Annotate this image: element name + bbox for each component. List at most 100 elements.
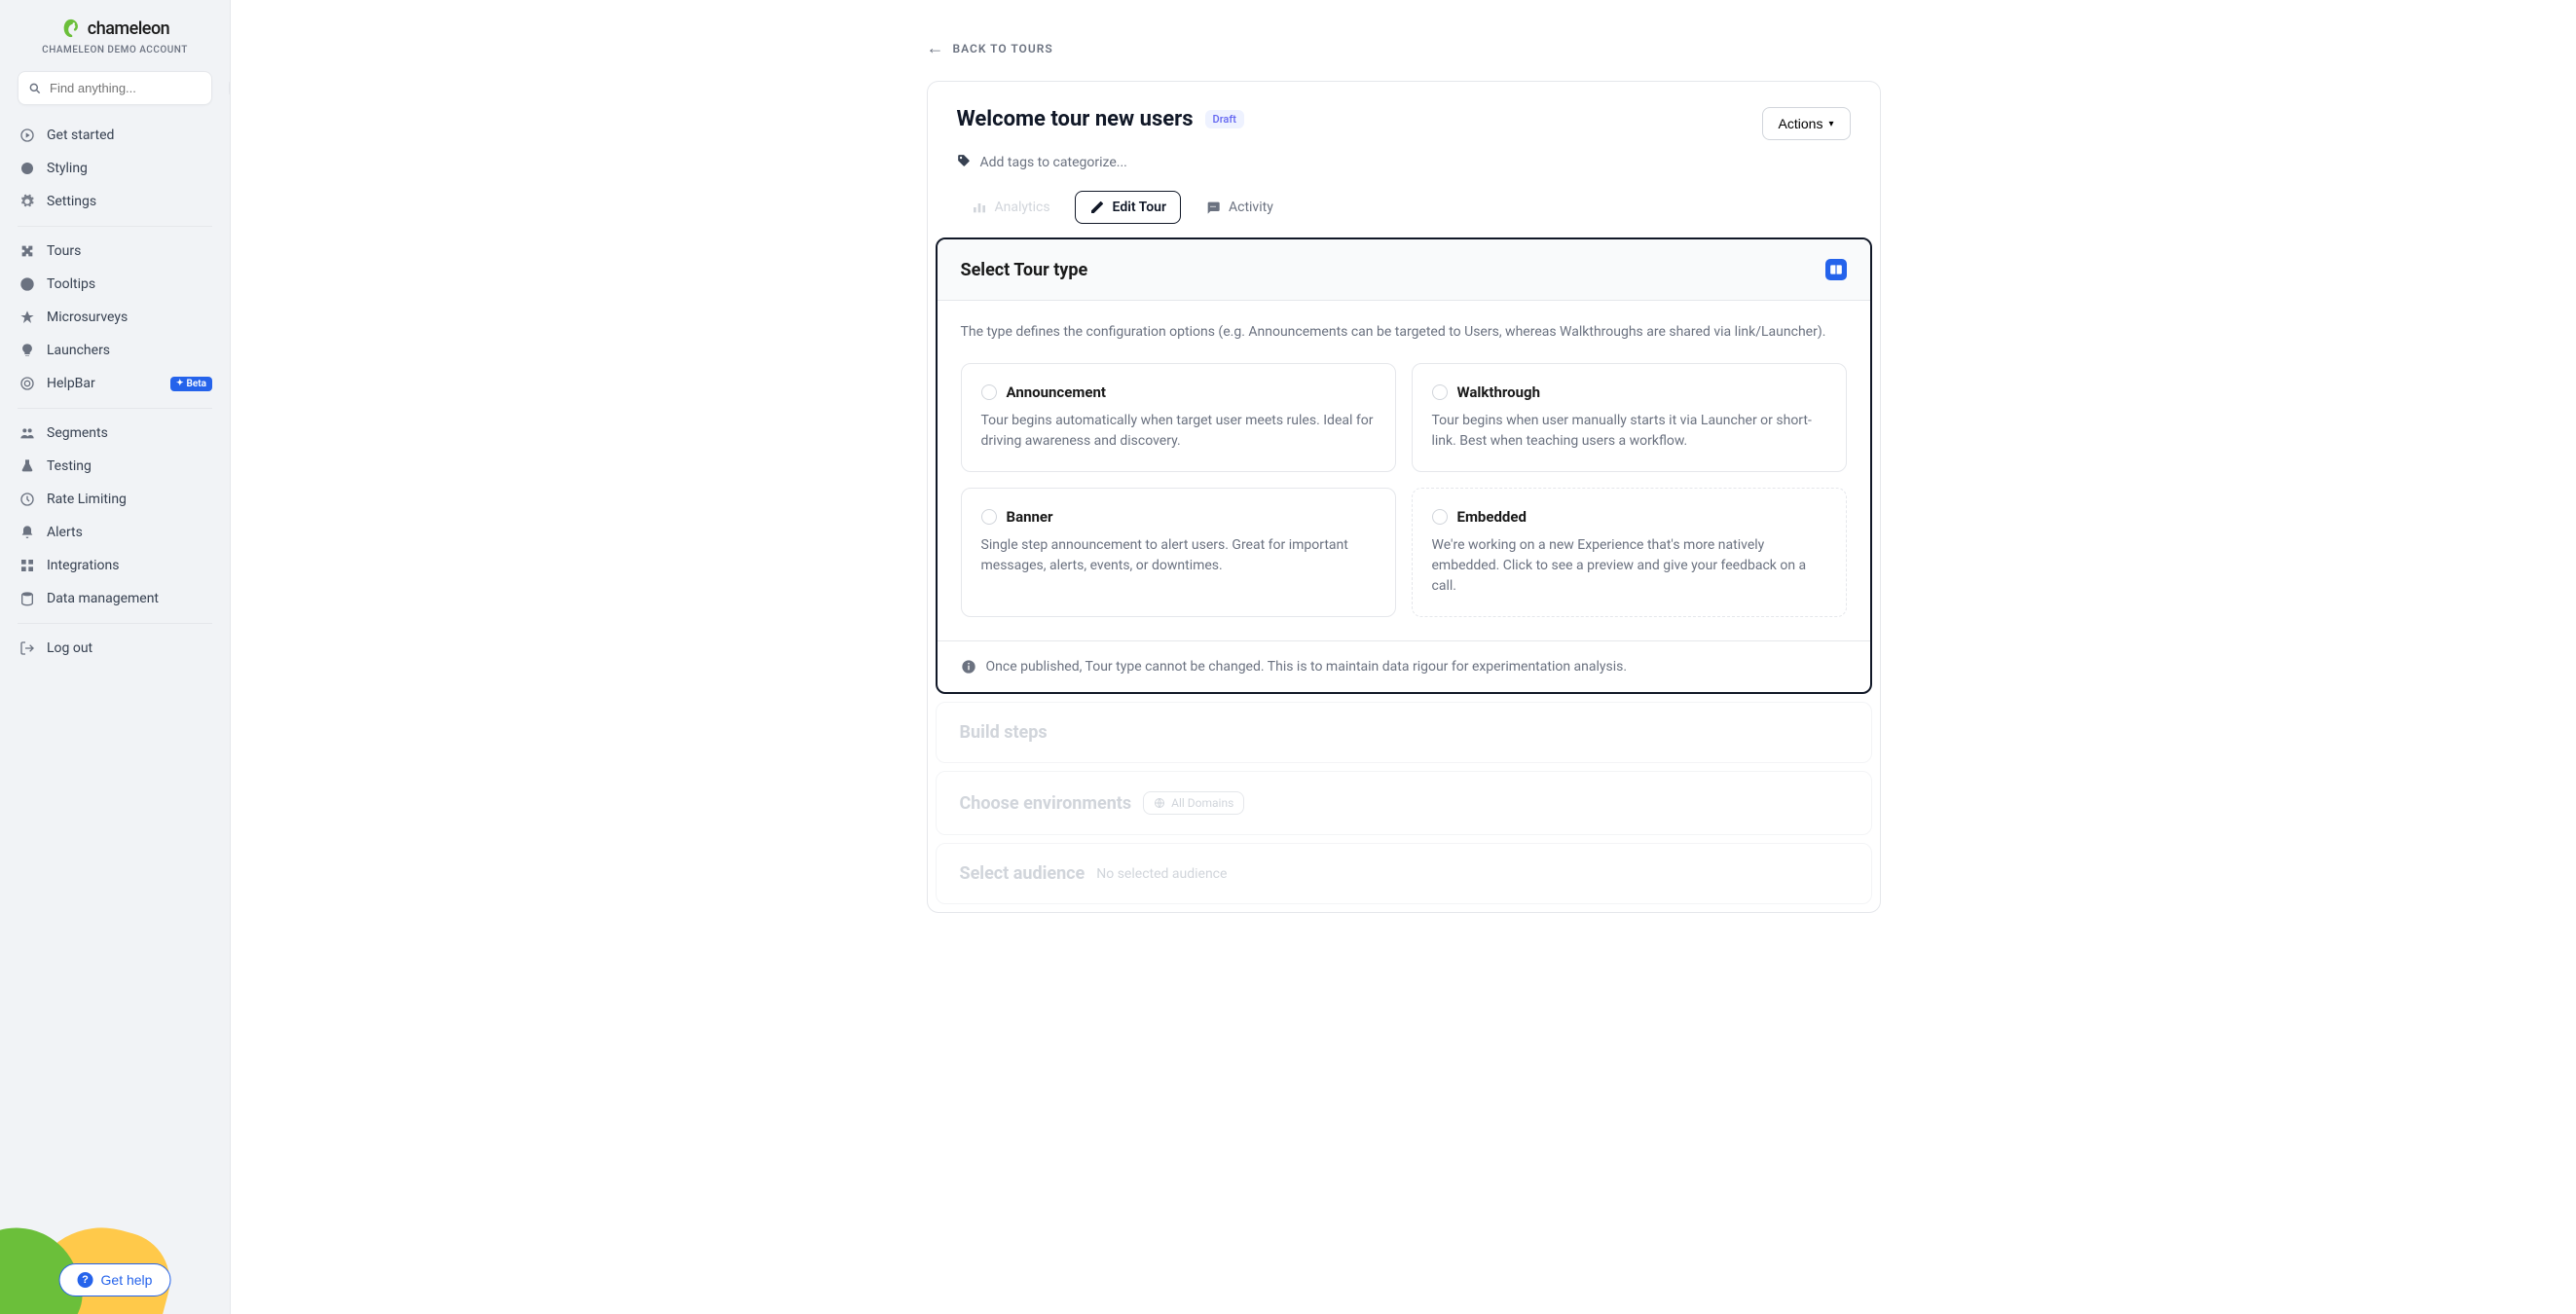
nav-label: Segments — [47, 425, 108, 441]
radio-icon — [981, 509, 997, 525]
page-card: Welcome tour new users Draft Actions Add… — [927, 81, 1881, 913]
nav-microsurveys[interactable]: Microsurveys — [8, 301, 222, 334]
database-icon — [19, 591, 35, 606]
nav-group-top: Get started Styling Settings — [0, 119, 230, 218]
clock-icon — [19, 492, 35, 507]
bell-icon — [19, 525, 35, 540]
collapsed-title: Choose environments — [960, 793, 1132, 814]
tab-label: Edit Tour — [1113, 200, 1166, 215]
chat-icon — [1205, 200, 1221, 215]
docs-icon[interactable] — [1825, 259, 1847, 280]
search-input[interactable] — [50, 81, 221, 95]
type-embedded[interactable]: Embedded We're working on a new Experien… — [1412, 488, 1847, 617]
nav-label: Get started — [47, 128, 114, 143]
nav-label: Launchers — [47, 343, 110, 358]
nav-group-manage: Segments Testing Rate Limiting Alerts In… — [0, 417, 230, 615]
nav-helpbar[interactable]: HelpBar Beta — [8, 367, 222, 400]
type-title: Banner — [1007, 508, 1053, 526]
nav-group-logout: Log out — [0, 632, 230, 665]
nav-logout[interactable]: Log out — [8, 632, 222, 665]
tab-activity[interactable]: Activity — [1191, 191, 1288, 224]
tags-row[interactable]: Add tags to categorize... — [928, 140, 1880, 171]
collapsed-title: Select audience — [960, 863, 1086, 884]
nav-label: Data management — [47, 591, 159, 606]
type-announcement[interactable]: Announcement Tour begins automatically w… — [961, 363, 1396, 472]
search-box[interactable]: ⌘ + K — [18, 71, 212, 105]
nav-alerts[interactable]: Alerts — [8, 516, 222, 549]
help-button[interactable]: ? Get help — [59, 1263, 171, 1296]
type-title: Embedded — [1457, 508, 1527, 526]
sidebar: chameleon CHAMELEON DEMO ACCOUNT ⌘ + K G… — [0, 0, 231, 1314]
type-banner[interactable]: Banner Single step announcement to alert… — [961, 488, 1396, 617]
type-desc: We're working on a new Experience that's… — [1432, 535, 1826, 597]
section-body: The type defines the configuration optio… — [938, 301, 1870, 640]
nav-integrations[interactable]: Integrations — [8, 549, 222, 582]
collapsed-title: Build steps — [960, 722, 1048, 743]
nav-rate-limiting[interactable]: Rate Limiting — [8, 483, 222, 516]
choose-environments-section[interactable]: Choose environments All Domains — [936, 771, 1872, 835]
question-icon: ? — [78, 1272, 93, 1288]
back-link-label: BACK TO TOURS — [953, 42, 1053, 55]
logo-block: chameleon CHAMELEON DEMO ACCOUNT — [0, 18, 230, 55]
actions-button[interactable]: Actions — [1762, 107, 1851, 140]
select-audience-section[interactable]: Select audience No selected audience — [936, 843, 1872, 904]
nav-label: Microsurveys — [47, 310, 128, 325]
nav-testing[interactable]: Testing — [8, 450, 222, 483]
build-steps-section[interactable]: Build steps — [936, 702, 1872, 763]
tab-edit-tour[interactable]: Edit Tour — [1075, 191, 1181, 224]
tab-analytics[interactable]: Analytics — [957, 191, 1065, 224]
nav-settings[interactable]: Settings — [8, 185, 222, 218]
beta-badge: Beta — [170, 377, 212, 391]
flask-icon — [19, 458, 35, 474]
info-icon — [19, 276, 35, 292]
collapsed-sub: No selected audience — [1096, 866, 1227, 882]
arrow-left-icon: ← — [927, 40, 945, 57]
nav-label: Log out — [47, 640, 92, 656]
nav-label: Testing — [47, 458, 92, 474]
section-description: The type defines the configuration optio… — [961, 324, 1847, 340]
nav-styling[interactable]: Styling — [8, 152, 222, 185]
nav-launchers[interactable]: Launchers — [8, 334, 222, 367]
divider — [18, 623, 212, 624]
section-title: Select Tour type — [961, 260, 1088, 280]
star-icon — [19, 310, 35, 325]
nav-data-management[interactable]: Data management — [8, 582, 222, 615]
page-header: Welcome tour new users Draft Actions — [928, 82, 1880, 140]
section-header: Select Tour type — [938, 239, 1870, 301]
lightbulb-icon — [19, 343, 35, 358]
puzzle-icon — [19, 243, 35, 259]
palette-icon — [19, 161, 35, 176]
type-desc: Single step announcement to alert users.… — [981, 535, 1376, 576]
nav-label: Tooltips — [47, 276, 95, 292]
grid-icon — [19, 558, 35, 573]
footer-text: Once published, Tour type cannot be chan… — [986, 659, 1628, 675]
divider — [18, 408, 212, 409]
help-label: Get help — [101, 1272, 153, 1288]
domain-pill: All Domains — [1143, 791, 1244, 815]
type-desc: Tour begins automatically when target us… — [981, 411, 1376, 452]
back-link[interactable]: ← BACK TO TOURS — [927, 40, 1053, 57]
section-footer: Once published, Tour type cannot be chan… — [938, 640, 1870, 692]
type-walkthrough[interactable]: Walkthrough Tour begins when user manual… — [1412, 363, 1847, 472]
logo[interactable]: chameleon — [60, 18, 169, 39]
status-badge: Draft — [1205, 110, 1244, 128]
nav-label: Alerts — [47, 525, 83, 540]
nav-label: Styling — [47, 161, 88, 176]
kbd-hint: ⌘ + K — [229, 80, 231, 96]
nav-segments[interactable]: Segments — [8, 417, 222, 450]
account-name: CHAMELEON DEMO ACCOUNT — [42, 45, 188, 55]
logout-icon — [19, 640, 35, 656]
page-tabs: Analytics Edit Tour Activity — [928, 171, 1880, 224]
nav-tours[interactable]: Tours — [8, 235, 222, 268]
tags-placeholder: Add tags to categorize... — [980, 155, 1127, 170]
page-title: Welcome tour new users — [957, 107, 1194, 131]
gear-icon — [19, 194, 35, 209]
select-type-panel: Select Tour type The type defines the co… — [936, 237, 1872, 694]
nav-get-started[interactable]: Get started — [8, 119, 222, 152]
bar-chart-icon — [972, 200, 987, 215]
search-icon — [28, 82, 42, 95]
type-title: Announcement — [1007, 383, 1106, 401]
nav-tooltips[interactable]: Tooltips — [8, 268, 222, 301]
nav-label: HelpBar — [47, 376, 95, 391]
type-title: Walkthrough — [1457, 383, 1540, 401]
